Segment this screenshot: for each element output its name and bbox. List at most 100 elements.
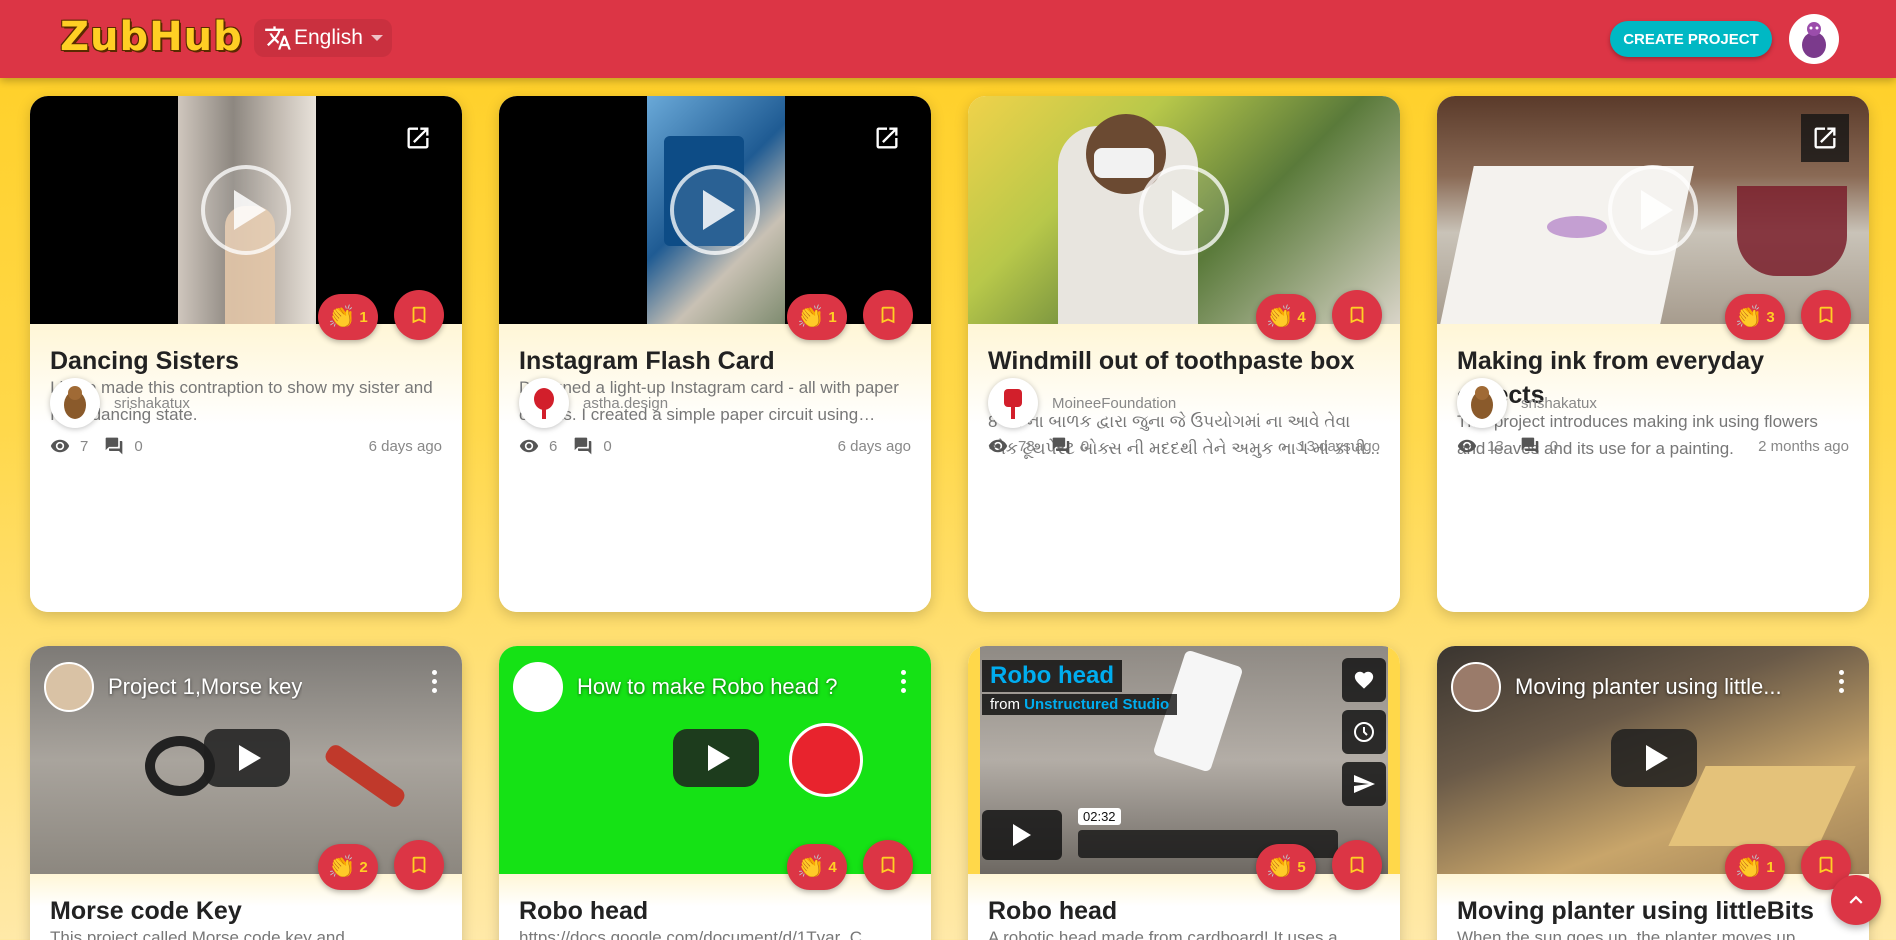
- bookmark-button[interactable]: [394, 290, 444, 340]
- vimeo-embed[interactable]: Robo head from Unstructured Studio 02:32: [968, 646, 1400, 874]
- eye-icon: [1457, 439, 1477, 453]
- open-in-new-icon[interactable]: [863, 114, 911, 162]
- bookmark-icon: [1819, 856, 1833, 874]
- project-title[interactable]: Dancing Sisters: [50, 344, 442, 378]
- bookmark-button[interactable]: [1332, 840, 1382, 890]
- project-card[interactable]: Moving planter using little... 👏 1 Moving…: [1437, 646, 1869, 940]
- clap-count: 1: [359, 308, 368, 326]
- project-title[interactable]: Windmill out of toothpaste box: [988, 344, 1380, 378]
- bookmark-button[interactable]: [1801, 290, 1851, 340]
- project-title[interactable]: Morse code Key: [50, 894, 442, 928]
- author-avatar[interactable]: [1457, 378, 1507, 428]
- watch-later-icon[interactable]: [1342, 710, 1386, 754]
- channel-avatar[interactable]: [44, 662, 94, 712]
- comment-icon: [1052, 437, 1070, 455]
- scroll-to-top-button[interactable]: [1831, 875, 1881, 925]
- project-description: This project called Morse code key and..…: [50, 928, 359, 940]
- clap-button[interactable]: 👏 3: [1725, 294, 1785, 340]
- bookmark-button[interactable]: [863, 290, 913, 340]
- bookmark-icon: [412, 856, 426, 874]
- zubhub-logo[interactable]: ZubHub: [60, 14, 243, 60]
- open-in-new-icon[interactable]: [394, 114, 442, 162]
- more-vert-icon[interactable]: [1839, 670, 1845, 697]
- clap-count: 4: [1297, 308, 1306, 326]
- author[interactable]: srishakatux: [50, 378, 190, 428]
- bookmark-button[interactable]: [863, 840, 913, 890]
- language-selector[interactable]: English: [254, 19, 392, 57]
- project-video-preview[interactable]: [968, 96, 1400, 324]
- comment-icon: [1521, 437, 1539, 455]
- clap-button[interactable]: 👏 2: [318, 844, 378, 890]
- play-button[interactable]: [670, 165, 760, 255]
- clap-button[interactable]: 👏 4: [787, 844, 847, 890]
- project-card[interactable]: 👏1 Instagram Flash Card Designed a light…: [499, 96, 931, 612]
- project-title[interactable]: Robo head: [519, 894, 911, 928]
- channel-avatar[interactable]: [1451, 662, 1501, 712]
- vimeo-play-button[interactable]: [982, 810, 1062, 860]
- video-title[interactable]: Project 1,Morse key: [108, 674, 302, 700]
- project-card[interactable]: 👏3 Making ink from everyday objects This…: [1437, 96, 1869, 612]
- user-avatar[interactable]: [1789, 14, 1839, 64]
- project-card[interactable]: Robo head from Unstructured Studio 02:32…: [968, 646, 1400, 940]
- bookmark-icon: [881, 306, 895, 324]
- channel-link[interactable]: Unstructured Studio: [1024, 696, 1169, 713]
- comment-icon: [106, 437, 123, 455]
- project-card[interactable]: Project 1,Morse key 👏 2 Morse code Key Th…: [30, 646, 462, 940]
- project-video-preview[interactable]: [499, 96, 931, 324]
- share-icon[interactable]: [1342, 762, 1386, 806]
- bookmark-button[interactable]: [394, 840, 444, 890]
- project-card[interactable]: 👏 1 Dancing Sisters I have made this cont…: [30, 96, 462, 612]
- clap-button[interactable]: 👏 1: [318, 294, 378, 340]
- video-title[interactable]: Robo head: [982, 660, 1122, 692]
- author-avatar[interactable]: [519, 378, 569, 428]
- youtube-embed[interactable]: How to make Robo head ?: [499, 646, 931, 874]
- author-avatar[interactable]: [50, 378, 100, 428]
- video-title[interactable]: Moving planter using little...: [1515, 674, 1782, 700]
- author-name[interactable]: srishakatux: [1521, 395, 1597, 412]
- clapping-hands-icon: 👏: [1735, 304, 1763, 329]
- project-title[interactable]: Moving planter using littleBits: [1457, 894, 1849, 928]
- youtube-play-button[interactable]: [673, 729, 759, 787]
- author[interactable]: astha.design: [519, 378, 668, 428]
- project-video-preview[interactable]: [30, 96, 462, 324]
- play-button[interactable]: [201, 165, 291, 255]
- clap-count: 5: [1297, 858, 1306, 876]
- youtube-embed[interactable]: Project 1,Morse key: [30, 646, 462, 874]
- author-name[interactable]: MoineeFoundation: [1052, 395, 1176, 412]
- author-name[interactable]: srishakatux: [114, 395, 190, 412]
- project-title[interactable]: Robo head: [988, 894, 1380, 928]
- project-description: A robotic head made from cardboard! It u…: [988, 928, 1352, 940]
- play-button[interactable]: [1139, 165, 1229, 255]
- eye-icon: [519, 439, 539, 453]
- youtube-play-button[interactable]: [1611, 729, 1697, 787]
- author-name[interactable]: astha.design: [583, 395, 668, 412]
- author[interactable]: MoineeFoundation: [988, 378, 1176, 428]
- youtube-embed[interactable]: Moving planter using little...: [1437, 646, 1869, 874]
- card-body: Instagram Flash Card Designed a light-up…: [499, 324, 931, 612]
- project-video-preview[interactable]: [1437, 96, 1869, 324]
- project-title[interactable]: Instagram Flash Card: [519, 344, 911, 378]
- author-avatar[interactable]: [988, 378, 1038, 428]
- project-card[interactable]: How to make Robo head ? 👏 4 Robo head htt…: [499, 646, 931, 940]
- more-vert-icon[interactable]: [901, 670, 907, 697]
- like-icon[interactable]: [1342, 658, 1386, 702]
- channel-avatar[interactable]: [513, 662, 563, 712]
- youtube-play-button[interactable]: [204, 729, 290, 787]
- author[interactable]: srishakatux: [1457, 378, 1597, 428]
- chevron-up-icon: [1849, 895, 1863, 904]
- project-card[interactable]: 👏 4 Windmill out of toothpaste box 8 વર્ષ…: [968, 96, 1400, 612]
- project-stats: 78 0 13 days ago: [988, 436, 1380, 456]
- open-in-new-icon[interactable]: [1801, 114, 1849, 162]
- views-count: 78: [1018, 437, 1035, 455]
- bookmark-icon: [1350, 856, 1364, 874]
- video-title[interactable]: How to make Robo head ?: [577, 674, 838, 700]
- create-project-button[interactable]: CREATE PROJECT: [1610, 21, 1772, 57]
- clap-button[interactable]: 👏 4: [1256, 294, 1316, 340]
- clap-button[interactable]: 👏 1: [787, 294, 847, 340]
- play-button[interactable]: [1608, 165, 1698, 255]
- bookmark-button[interactable]: [1332, 290, 1382, 340]
- clap-button[interactable]: 👏 1: [1725, 844, 1785, 890]
- clap-button[interactable]: 👏 5: [1256, 844, 1316, 890]
- more-vert-icon[interactable]: [432, 670, 438, 697]
- clap-count: 2: [359, 858, 368, 876]
